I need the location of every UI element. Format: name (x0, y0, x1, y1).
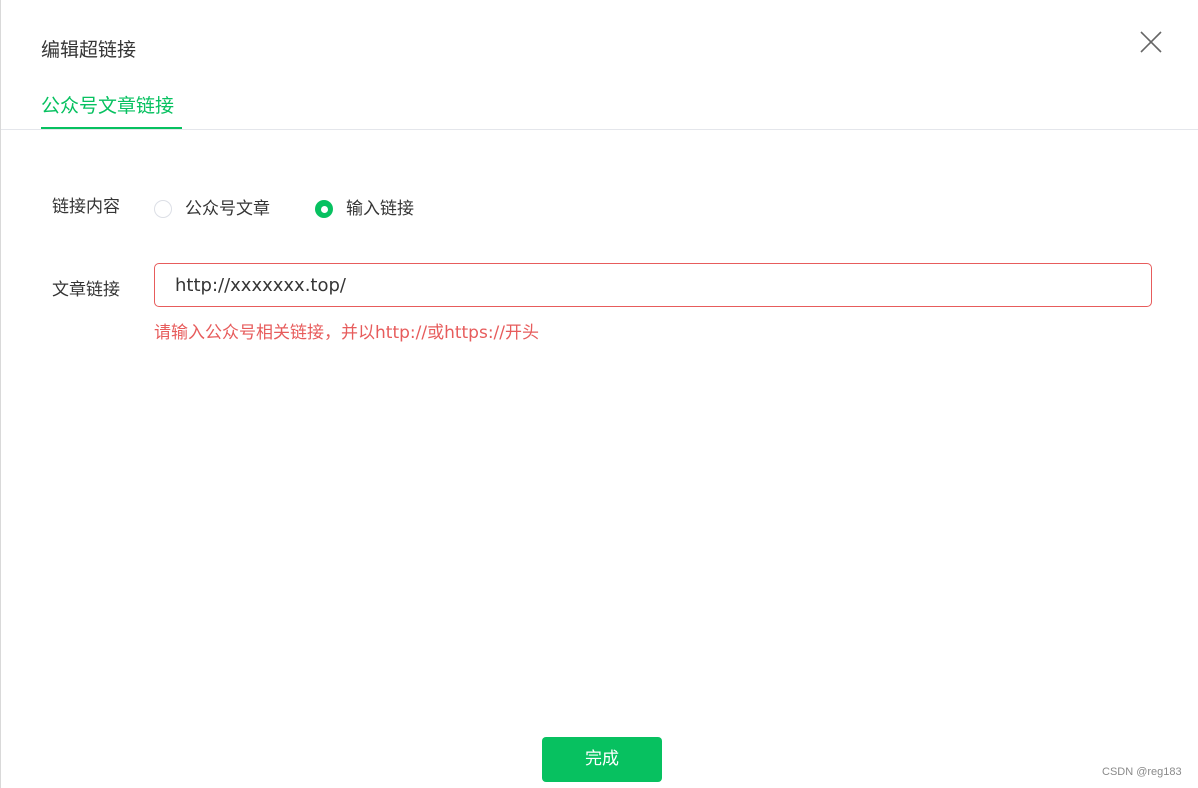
error-message: 请输入公众号相关链接，并以http://或https://开头 (154, 323, 540, 343)
tab-bar: 公众号文章链接 (1, 88, 1198, 130)
dialog-title: 编辑超链接 (41, 39, 137, 61)
link-content-label: 链接内容 (52, 197, 120, 217)
radio-article-label: 公众号文章 (185, 199, 270, 219)
close-icon[interactable] (1137, 28, 1165, 56)
tab-active-indicator (41, 127, 182, 129)
radio-input-link-label: 输入链接 (346, 199, 414, 219)
tab-article-link[interactable]: 公众号文章链接 (41, 92, 174, 129)
radio-checked-icon[interactable] (315, 200, 333, 218)
edit-hyperlink-dialog: 编辑超链接 公众号文章链接 链接内容 公众号文章 输入链接 文章链接 请输入公众… (0, 0, 1198, 788)
article-link-label: 文章链接 (52, 280, 120, 300)
article-link-field[interactable] (154, 263, 1152, 307)
article-link-input[interactable] (175, 265, 1135, 305)
done-button[interactable]: 完成 (542, 737, 662, 782)
radio-article[interactable]: 公众号文章 (154, 197, 270, 221)
radio-unchecked-icon[interactable] (154, 200, 172, 218)
watermark: CSDN @reg183 (1102, 766, 1182, 778)
radio-input-link[interactable]: 输入链接 (315, 197, 414, 221)
